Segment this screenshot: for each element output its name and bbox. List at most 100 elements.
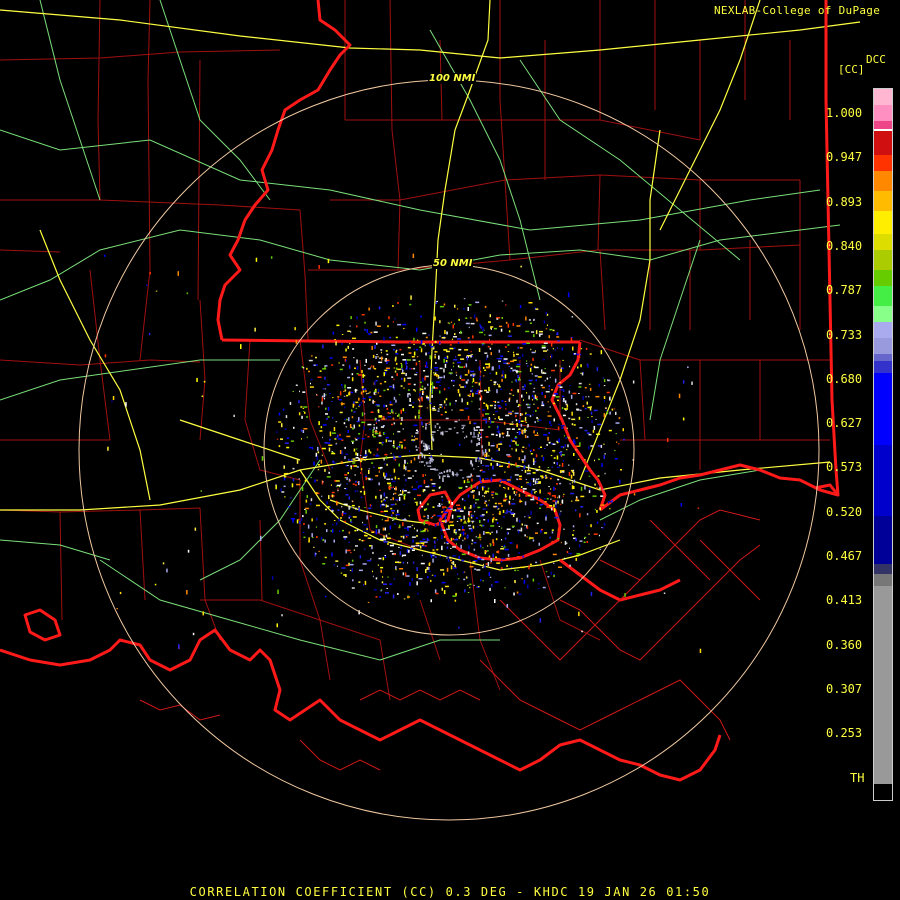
radar-return (430, 409, 432, 411)
radar-return (451, 502, 453, 505)
radar-return (398, 463, 400, 467)
radar-return (397, 302, 399, 304)
radar-return (544, 476, 546, 478)
radar-return (366, 528, 368, 531)
radar-return (431, 574, 434, 576)
radar-return (372, 551, 374, 554)
radar-return (496, 522, 499, 524)
radar-return (544, 447, 546, 449)
radar-return (518, 519, 521, 523)
radar-return (504, 512, 506, 514)
radar-return (458, 517, 462, 520)
radar-return (403, 439, 406, 441)
radar-return (565, 409, 567, 411)
radar-return (477, 434, 480, 438)
radar-return (481, 445, 483, 449)
radar-return (620, 469, 622, 471)
radar-return (611, 499, 613, 503)
radar-return (260, 535, 262, 541)
radar-return (376, 354, 378, 355)
radar-return (397, 323, 402, 326)
radar-return (304, 509, 306, 510)
radar-return (480, 325, 482, 329)
radar-return (378, 557, 382, 560)
radar-return (496, 505, 499, 509)
radar-return (506, 495, 508, 498)
radar-return (564, 557, 566, 560)
radar-return (479, 429, 484, 431)
radar-return (506, 431, 509, 435)
radar-return (364, 321, 366, 324)
radar-return (470, 473, 472, 477)
radar-return (332, 417, 334, 419)
radar-return (602, 527, 604, 529)
radar-return (304, 479, 307, 482)
radar-return (456, 504, 461, 506)
radar-return (441, 511, 443, 514)
radar-return (292, 478, 295, 482)
radar-return (383, 583, 387, 585)
radar-return (516, 517, 518, 522)
radar-return (420, 542, 425, 544)
radar-return (417, 339, 419, 341)
radar-return (292, 390, 294, 392)
radar-return (338, 438, 343, 440)
radar-return (532, 357, 534, 361)
radar-return (484, 369, 487, 371)
radar-return (497, 357, 502, 360)
radar-return (491, 458, 495, 461)
color-scale-segment (874, 444, 892, 517)
radar-return (520, 486, 523, 488)
radar-return (495, 410, 498, 413)
radar-return (431, 431, 436, 433)
radar-return (584, 387, 587, 389)
radar-return (337, 489, 339, 492)
radar-return (516, 478, 519, 481)
radar-return (509, 392, 511, 395)
radar-return (376, 453, 378, 455)
radar-return (356, 420, 360, 423)
radar-return (342, 356, 347, 358)
radar-return (418, 414, 420, 419)
radar-return (380, 566, 384, 569)
radar-return (411, 439, 416, 441)
radar-return (389, 336, 392, 339)
radar-return (332, 462, 336, 464)
radar-return (407, 526, 412, 528)
radar-return (535, 409, 537, 412)
radar-return (556, 462, 558, 466)
radar-return (389, 583, 393, 585)
radar-return (477, 506, 481, 509)
radar-return (550, 342, 553, 347)
radar-return (453, 359, 458, 361)
radar-return (562, 359, 564, 361)
radar-return (400, 535, 403, 538)
radar-return (331, 528, 334, 533)
radar-return (449, 521, 454, 523)
color-scale-segment (874, 210, 892, 235)
radar-return (553, 402, 556, 405)
radar-return (579, 442, 581, 447)
radar-return (545, 571, 548, 573)
radar-return (399, 493, 403, 496)
radar-return (324, 556, 327, 559)
radar-return (483, 418, 488, 420)
radar-return (351, 506, 353, 509)
radar-return (459, 393, 461, 397)
radar-return (345, 453, 349, 455)
radar-return (465, 435, 468, 438)
radar-return (415, 449, 418, 451)
radar-return (454, 403, 456, 405)
radar-return (337, 509, 340, 511)
radar-return (350, 316, 352, 320)
radar-return (541, 477, 544, 479)
radar-return (551, 466, 553, 468)
radar-return (489, 543, 491, 545)
radar-return (452, 380, 456, 382)
radar-return (521, 413, 524, 416)
radar-return (510, 360, 515, 363)
radar-return (359, 404, 361, 406)
radar-return (557, 399, 559, 402)
radar-return (373, 454, 375, 456)
radar-return (543, 498, 546, 500)
